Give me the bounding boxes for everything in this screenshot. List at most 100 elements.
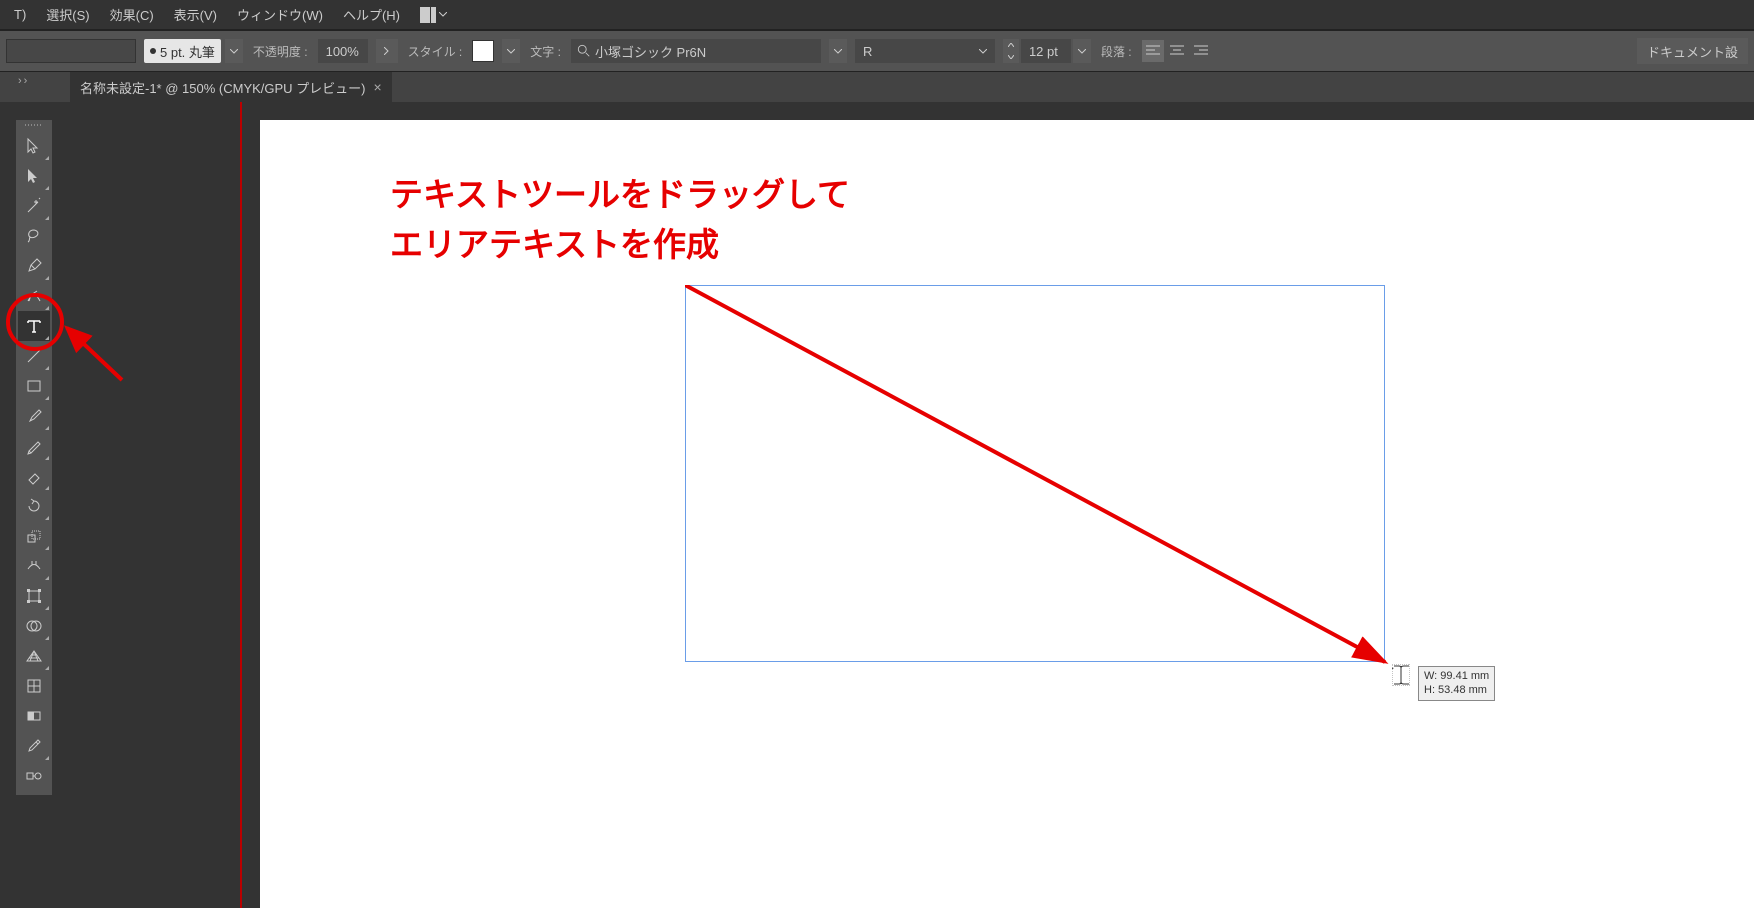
shape-builder-tool[interactable] — [18, 611, 50, 641]
eyedropper-tool[interactable] — [18, 731, 50, 761]
chevron-down-icon — [507, 49, 515, 54]
rectangle-tool[interactable] — [18, 371, 50, 401]
perspective-icon — [25, 647, 43, 665]
menu-select[interactable]: 選択(S) — [36, 1, 99, 28]
magic-wand-tool[interactable] — [18, 191, 50, 221]
menu-effect[interactable]: 効果(C) — [100, 1, 164, 28]
align-right-button[interactable] — [1190, 40, 1212, 62]
free-transform-icon — [25, 587, 43, 605]
font-style-select[interactable]: R — [855, 39, 995, 63]
menu-window[interactable]: ウィンドウ(W) — [227, 1, 333, 28]
lasso-tool[interactable] — [18, 221, 50, 251]
step-up[interactable] — [1003, 39, 1019, 51]
para-label: 段落 : — [1099, 43, 1134, 60]
menu-view[interactable]: 表示(V) — [164, 1, 227, 28]
font-size-group: 12 pt — [1003, 39, 1091, 63]
step-down[interactable] — [1003, 51, 1019, 63]
toolbar-drag-handle[interactable] — [24, 124, 44, 127]
opacity-arrow[interactable] — [376, 39, 398, 63]
opacity-label: 不透明度 : — [251, 43, 310, 60]
options-bar: 5 pt. 丸筆 不透明度 : 100% スタイル : 文字 : 小塚ゴシック … — [0, 30, 1754, 72]
char-label: 文字 : — [528, 43, 563, 60]
align-left-button[interactable] — [1142, 40, 1164, 62]
width-tool[interactable] — [18, 551, 50, 581]
workspace-switcher[interactable] — [420, 7, 447, 23]
scale-tool[interactable] — [18, 521, 50, 551]
shape-builder-icon — [25, 617, 43, 635]
scale-icon — [25, 527, 43, 545]
paintbrush-tool[interactable] — [18, 401, 50, 431]
align-left-icon — [1146, 45, 1160, 57]
chevron-down-icon — [834, 49, 842, 54]
lasso-icon — [25, 227, 43, 245]
drag-size-tooltip: W: 99.41 mm H: 53.48 mm — [1418, 666, 1495, 701]
font-dropdown-arrow[interactable] — [829, 39, 847, 63]
eraser-tool[interactable] — [18, 461, 50, 491]
rotate-icon — [25, 497, 43, 515]
style-dropdown-arrow[interactable] — [502, 39, 520, 63]
align-right-icon — [1194, 45, 1208, 57]
rotate-tool[interactable] — [18, 491, 50, 521]
menu-help[interactable]: ヘルプ(H) — [333, 1, 410, 28]
document-tab-bar: 名称未設定-1* @ 150% (CMYK/GPU プレビュー) × — [0, 72, 1754, 102]
font-name-label: 小塚ゴシック Pr6N — [595, 42, 706, 61]
stroke-value-label: 5 pt. 丸筆 — [160, 42, 215, 61]
stroke-profile-select[interactable]: 5 pt. 丸筆 — [144, 39, 221, 63]
tools-panel — [16, 120, 52, 795]
annotation-tool-circle — [6, 293, 64, 351]
pen-tool[interactable] — [18, 251, 50, 281]
chevron-down-icon — [1078, 49, 1086, 54]
pencil-icon — [25, 437, 43, 455]
align-center-button[interactable] — [1166, 40, 1188, 62]
font-size-stepper[interactable] — [1003, 39, 1019, 63]
stroke-group: 5 pt. 丸筆 — [144, 39, 243, 63]
free-transform-tool[interactable] — [18, 581, 50, 611]
gradient-tool[interactable] — [18, 701, 50, 731]
mesh-tool[interactable] — [18, 671, 50, 701]
perspective-grid-tool[interactable] — [18, 641, 50, 671]
tooltip-w: W: 99.41 mm — [1424, 669, 1489, 683]
no-selection-indicator — [6, 39, 136, 63]
text-cursor-icon — [1392, 664, 1410, 686]
direct-selection-tool[interactable] — [18, 161, 50, 191]
area-text-frame[interactable] — [685, 285, 1385, 662]
style-label: スタイル : — [406, 43, 465, 60]
annotation-text: テキストツールをドラッグして エリアテキストを作成 — [390, 170, 850, 269]
chevron-down-icon — [230, 49, 238, 54]
selection-tool[interactable] — [18, 131, 50, 161]
chevron-up-icon — [1008, 43, 1014, 47]
align-center-icon — [1170, 45, 1184, 57]
paintbrush-icon — [25, 407, 43, 425]
eraser-icon — [25, 467, 43, 485]
tab-title: 名称未設定-1* @ 150% (CMYK/GPU プレビュー) — [80, 78, 366, 97]
width-icon — [25, 557, 43, 575]
chevron-right-icon — [384, 47, 389, 55]
panel-collapse-handle[interactable]: ›› — [18, 75, 29, 87]
annotation-line1: テキストツールをドラッグして — [390, 170, 850, 220]
style-swatch[interactable] — [472, 40, 494, 62]
chevron-down-icon — [1008, 55, 1014, 59]
document-setup-button[interactable]: ドキュメント設 — [1637, 38, 1748, 64]
eyedropper-icon — [25, 737, 43, 755]
font-size-dropdown[interactable] — [1073, 39, 1091, 63]
stroke-dropdown-arrow[interactable] — [225, 39, 243, 63]
search-icon — [577, 44, 591, 58]
menu-text-partial[interactable]: T) — [4, 3, 36, 26]
font-size-value[interactable]: 12 pt — [1021, 39, 1071, 63]
shaper-tool[interactable] — [18, 431, 50, 461]
tab-close-button[interactable]: × — [374, 79, 382, 95]
blend-icon — [25, 767, 43, 785]
font-style-label: R — [863, 44, 872, 59]
font-family-select[interactable]: 小塚ゴシック Pr6N — [571, 39, 821, 63]
canvas-area: テキストツールをドラッグして エリアテキストを作成 W: 99.41 mm H:… — [65, 102, 1754, 908]
bleed-guide — [240, 102, 242, 908]
artboard[interactable]: テキストツールをドラッグして エリアテキストを作成 W: 99.41 mm H:… — [260, 120, 1754, 908]
menu-bar: T) 選択(S) 効果(C) 表示(V) ウィンドウ(W) ヘルプ(H) — [0, 0, 1754, 30]
gradient-icon — [25, 707, 43, 725]
opacity-value[interactable]: 100% — [318, 39, 368, 63]
document-tab[interactable]: 名称未設定-1* @ 150% (CMYK/GPU プレビュー) × — [70, 72, 392, 102]
magic-wand-icon — [25, 197, 43, 215]
selection-icon — [25, 137, 43, 155]
blend-tool[interactable] — [18, 761, 50, 791]
tooltip-h: H: 53.48 mm — [1424, 683, 1489, 697]
